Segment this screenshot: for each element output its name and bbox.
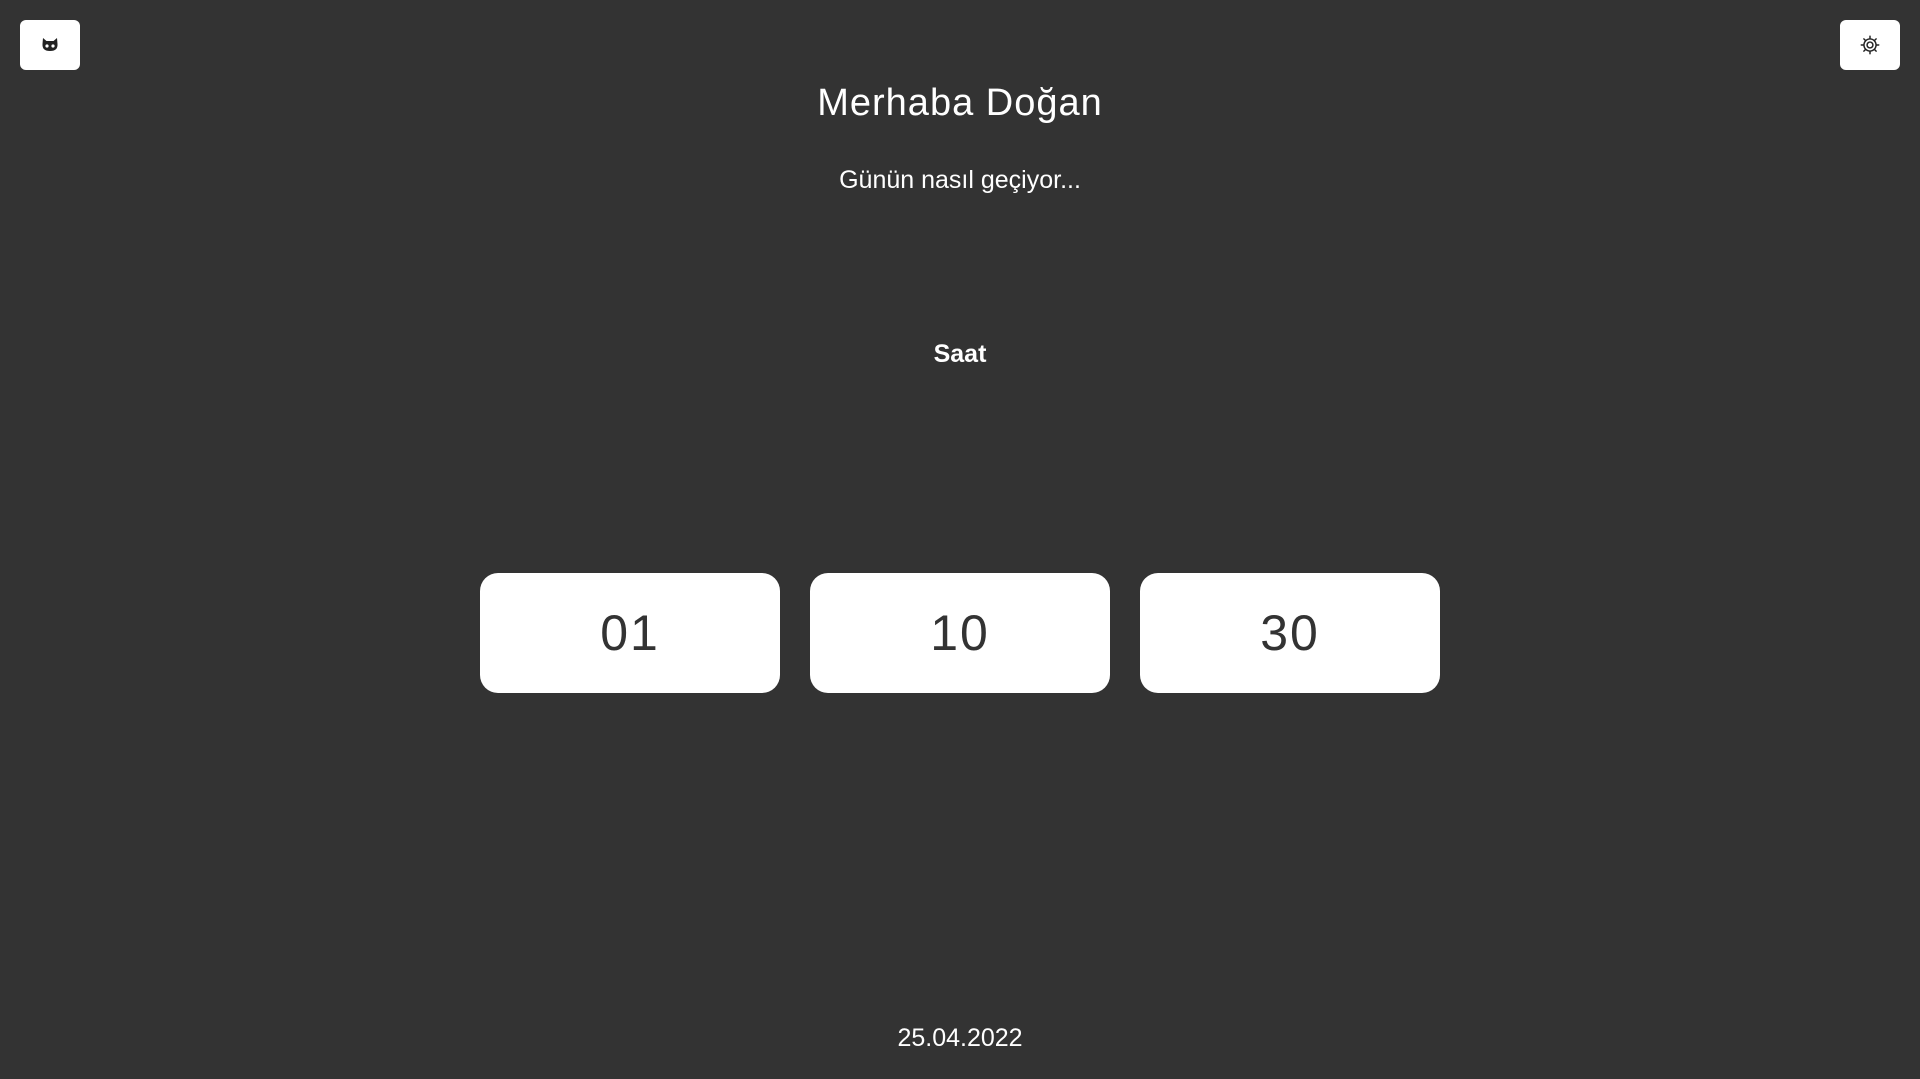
github-icon [40,35,60,55]
clock-label: Saat [933,340,987,368]
clock-display: 01 10 30 [480,573,1440,693]
clock-hours: 01 [480,573,780,693]
gear-icon [1859,34,1881,56]
greeting-subtitle: Günün nasıl geçiyor... [839,166,1081,194]
greeting-title: Merhaba Doğan [817,82,1103,124]
clock-seconds: 30 [1140,573,1440,693]
settings-button[interactable] [1840,20,1900,70]
current-date: 25.04.2022 [897,1024,1023,1052]
clock-minutes: 10 [810,573,1110,693]
github-button[interactable] [20,20,80,70]
